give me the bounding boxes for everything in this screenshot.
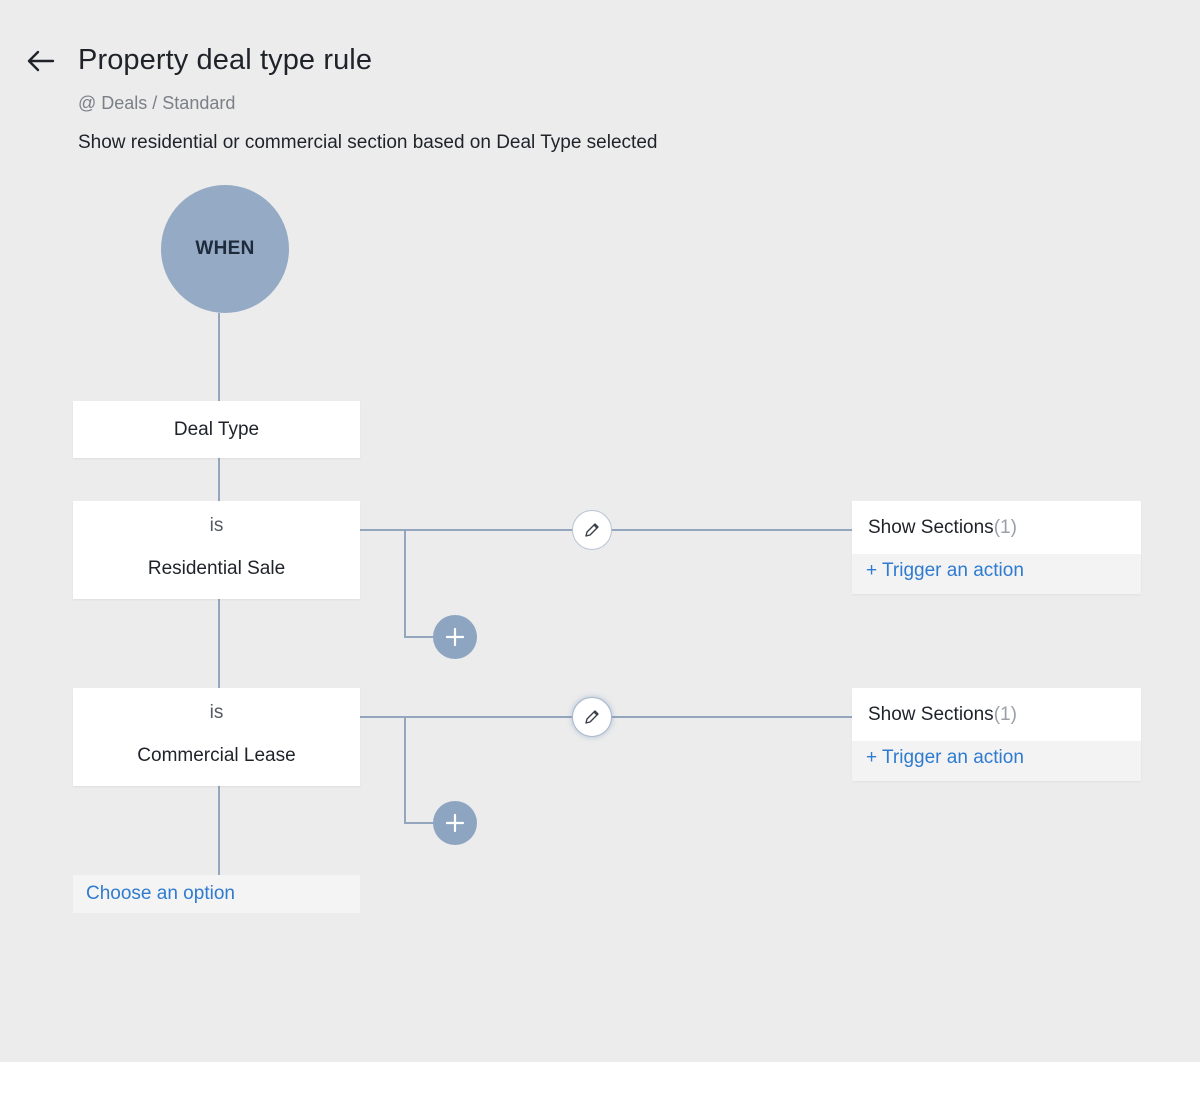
condition-residential-sale[interactable]: is Residential Sale bbox=[73, 501, 360, 599]
add-condition-button[interactable] bbox=[433, 615, 477, 659]
action-count: (1) bbox=[993, 704, 1017, 725]
action-count: (1) bbox=[993, 517, 1017, 538]
show-sections-action[interactable]: Show Sections(1) bbox=[852, 501, 1141, 554]
pencil-icon bbox=[585, 523, 599, 537]
choose-option-select[interactable]: Choose an option bbox=[73, 875, 360, 913]
action-card-residential: Show Sections(1) + Trigger an action bbox=[852, 501, 1141, 594]
trigger-action-link[interactable]: + Trigger an action bbox=[866, 747, 1024, 769]
trigger-action-link[interactable]: + Trigger an action bbox=[866, 560, 1024, 582]
add-condition-button[interactable] bbox=[433, 801, 477, 845]
plus-icon bbox=[445, 813, 465, 833]
show-sections-action[interactable]: Show Sections(1) bbox=[852, 688, 1141, 741]
plus-icon bbox=[445, 627, 465, 647]
action-card-commercial: Show Sections(1) + Trigger an action bbox=[852, 688, 1141, 781]
pencil-icon bbox=[585, 710, 599, 724]
condition-value: Residential Sale bbox=[147, 558, 286, 579]
condition-field-deal-type[interactable]: Deal Type bbox=[73, 401, 360, 458]
condition-value: Commercial Lease bbox=[137, 745, 296, 766]
condition-operator: is bbox=[209, 702, 224, 723]
condition-commercial-lease[interactable]: is Commercial Lease bbox=[73, 688, 360, 786]
action-label: Show Sections bbox=[868, 517, 994, 538]
edit-condition-button[interactable] bbox=[572, 697, 612, 737]
action-label: Show Sections bbox=[868, 704, 994, 725]
condition-operator: is bbox=[209, 515, 224, 536]
rule-canvas: Property deal type rule @ Deals / Standa… bbox=[0, 0, 1200, 1062]
when-trigger-node: WHEN bbox=[161, 185, 289, 313]
edit-condition-button[interactable] bbox=[572, 510, 612, 550]
